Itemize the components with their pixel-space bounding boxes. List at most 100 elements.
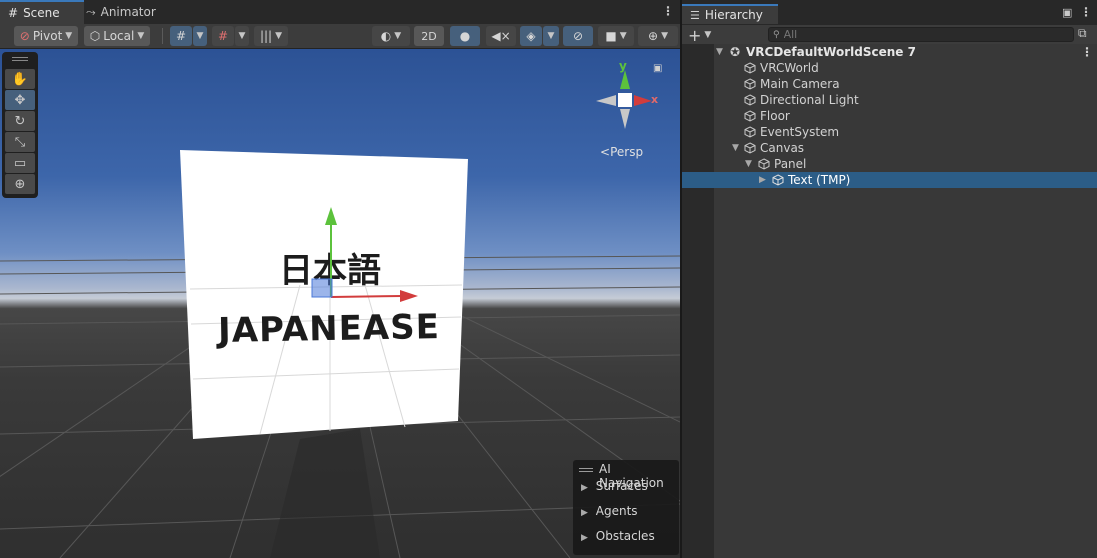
pivot-dropdown[interactable]: ⊘ Pivot ▼ (14, 26, 78, 46)
tool-palette: ✋ ✥ ↻ ⤡ ▭ ⊕ (2, 52, 38, 198)
toggle-2d-button[interactable]: 2D (414, 26, 444, 46)
palette-drag-handle[interactable] (12, 57, 28, 58)
effects-toggle[interactable]: ◈ (520, 26, 542, 46)
kebab-menu-icon[interactable]: ⋮ (662, 4, 674, 18)
y-axis-arrow[interactable] (325, 207, 337, 225)
plus-icon: + (688, 25, 702, 45)
gameobject-cube-icon (744, 142, 756, 154)
gizmo-globe-icon: ⊕ (648, 29, 659, 43)
local-cube-icon: ⬡ (89, 29, 101, 43)
gameobject-cube-icon (744, 110, 756, 122)
tree-node-eventsystem[interactable]: EventSystem (682, 124, 1097, 140)
effects-layers-icon: ◈ (526, 29, 536, 43)
kebab-menu-icon[interactable]: ⋮ (1080, 5, 1092, 19)
tab-hierarchy[interactable]: ☰ Hierarchy (682, 4, 778, 24)
xy-plane-handle[interactable] (311, 278, 333, 298)
tree-node-scene-root[interactable]: ▼ ✪ VRCDefaultWorldScene 7 ⋮ (682, 44, 1097, 60)
transform-tool-button[interactable]: ⊕ (5, 174, 35, 194)
perspective-toggle[interactable]: <Persp (600, 145, 643, 159)
lighting-toggle[interactable]: ● (450, 26, 480, 46)
local-dropdown[interactable]: ⬡ Local ▼ (84, 26, 150, 46)
chevron-down-icon[interactable]: ▼ (716, 44, 723, 60)
ai-nav-item-surfaces[interactable]: ▶ Surfaces (581, 479, 648, 493)
tree-node-main-camera[interactable]: Main Camera (682, 76, 1097, 92)
grid-snapping-dropdown[interactable]: ▼ (193, 26, 207, 46)
chevron-left-icon: < (600, 145, 611, 159)
grid-visibility-icon: # (217, 29, 229, 43)
eye-slash-icon: ⊘ (572, 29, 584, 43)
scene-toolbar: ⊘ Pivot ▼ ⬡ Local ▼ # ▼ # ▼ ||| ▼ ◐ ▼ 2D… (0, 24, 680, 49)
hierarchy-panel: ☰ Hierarchy ▣ ⋮ + ▼ ⚲ ⧉ ▼ ✪ VRCDefaultWo… (682, 0, 1097, 558)
overlay-drag-handle[interactable] (579, 468, 593, 469)
search-options-icon[interactable]: ⧉ (1078, 26, 1087, 41)
tree-node-panel[interactable]: ▼ Panel (682, 156, 1097, 172)
chevron-down-icon[interactable]: ▼ (732, 140, 739, 156)
gizmo-negy-cone[interactable] (620, 109, 630, 129)
camera-settings-dropdown[interactable]: ■ ▼ (598, 26, 634, 46)
tree-node-directional-light[interactable]: Directional Light (682, 92, 1097, 108)
create-dropdown[interactable]: + ▼ (688, 25, 711, 45)
tree-node-floor[interactable]: Floor (682, 108, 1097, 124)
lock-icon[interactable]: ▣ (1062, 6, 1072, 19)
hierarchy-search-input[interactable] (783, 28, 1044, 41)
gizmo-y-label: y (619, 59, 627, 73)
scale-tool-button[interactable]: ⤡ (5, 132, 35, 152)
ai-nav-item-agents[interactable]: ▶ Agents (581, 504, 638, 518)
move-gizmo[interactable] (300, 199, 430, 309)
tree-node-text-tmp[interactable]: ▶ Text (TMP) (682, 172, 1097, 188)
lightbulb-icon: ● (459, 29, 471, 43)
chevron-down-icon: ▼ (65, 31, 73, 41)
chevron-down-icon: ▼ (137, 31, 145, 41)
hierarchy-search-field[interactable]: ⚲ (768, 27, 1074, 42)
increment-snap-button[interactable]: ||| ▼ (254, 26, 288, 46)
chevron-down-icon: ▼ (394, 31, 402, 41)
ai-navigation-overlay: AI Navigation ▶ Surfaces ▶ Agents ▶ Obst… (573, 460, 679, 555)
move-tool-button[interactable]: ✥ (5, 90, 35, 110)
tree-node-vrcworld[interactable]: VRCWorld (682, 60, 1097, 76)
gizmos-dropdown[interactable]: ⊕ ▼ (638, 26, 678, 46)
ai-nav-item-obstacles[interactable]: ▶ Obstacles (581, 529, 655, 543)
hierarchy-tree: ▼ ✪ VRCDefaultWorldScene 7 ⋮ VRCWorld Ma… (682, 44, 1097, 558)
chevron-down-icon: ▼ (661, 31, 668, 41)
gameobject-cube-icon (772, 174, 784, 186)
chevron-right-icon: ▶ (581, 533, 588, 543)
hand-tool-button[interactable]: ✋ (5, 69, 35, 89)
quad-text-japanease: JAPANEASE (217, 307, 441, 351)
effects-dropdown[interactable]: ▼ (543, 26, 559, 46)
audio-toggle[interactable]: ◀× (486, 26, 516, 46)
hand-icon: ✋ (11, 71, 29, 87)
scene-visibility-toggle[interactable]: ⊘ (563, 26, 593, 46)
kebab-menu-icon[interactable]: ⋮ (1081, 44, 1093, 60)
x-axis-handle[interactable] (330, 295, 403, 298)
grid-visibility-dropdown[interactable]: ▼ (235, 26, 249, 46)
ruler-icon: ||| (259, 29, 273, 43)
rotate-tool-button[interactable]: ↻ (5, 111, 35, 131)
grid-visibility-toggle[interactable]: # (212, 26, 234, 46)
shading-mode-dropdown[interactable]: ◐ ▼ (372, 26, 410, 46)
gameobject-cube-icon (758, 158, 770, 170)
grid-snap-icon: # (175, 29, 187, 43)
gizmo-center-cube[interactable] (618, 93, 632, 107)
pivot-icon: ⊘ (19, 29, 30, 43)
grid-icon: # (8, 6, 19, 20)
tab-scene[interactable]: # Scene (0, 0, 84, 24)
tab-animator[interactable]: ⤳ Animator (78, 0, 164, 24)
tree-node-canvas[interactable]: ▼ Canvas (682, 140, 1097, 156)
floor-shadow (270, 429, 380, 558)
chevron-down-icon[interactable]: ▼ (745, 156, 752, 172)
grid-snapping-toggle[interactable]: # (170, 26, 192, 46)
gizmo-x-cone[interactable] (634, 95, 652, 106)
audio-muted-icon: ◀× (491, 29, 511, 43)
chevron-down-icon: ▼ (547, 31, 555, 41)
chevron-down-icon: ▼ (275, 31, 283, 41)
chevron-right-icon[interactable]: ▶ (759, 172, 766, 188)
chevron-down-icon: ▼ (196, 31, 204, 41)
gizmo-negx-cone[interactable] (596, 95, 616, 106)
rect-icon: ▭ (13, 155, 27, 171)
move-arrows-icon: ✥ (14, 92, 26, 108)
scene-tab-bar: # Scene ⤳ Animator ⋮ (0, 0, 680, 24)
rect-tool-button[interactable]: ▭ (5, 153, 35, 173)
hierarchy-toolbar: + ▼ ⚲ ⧉ (682, 25, 1097, 46)
lock-icon[interactable]: ▣ (653, 63, 662, 74)
x-axis-arrow[interactable] (400, 290, 418, 302)
